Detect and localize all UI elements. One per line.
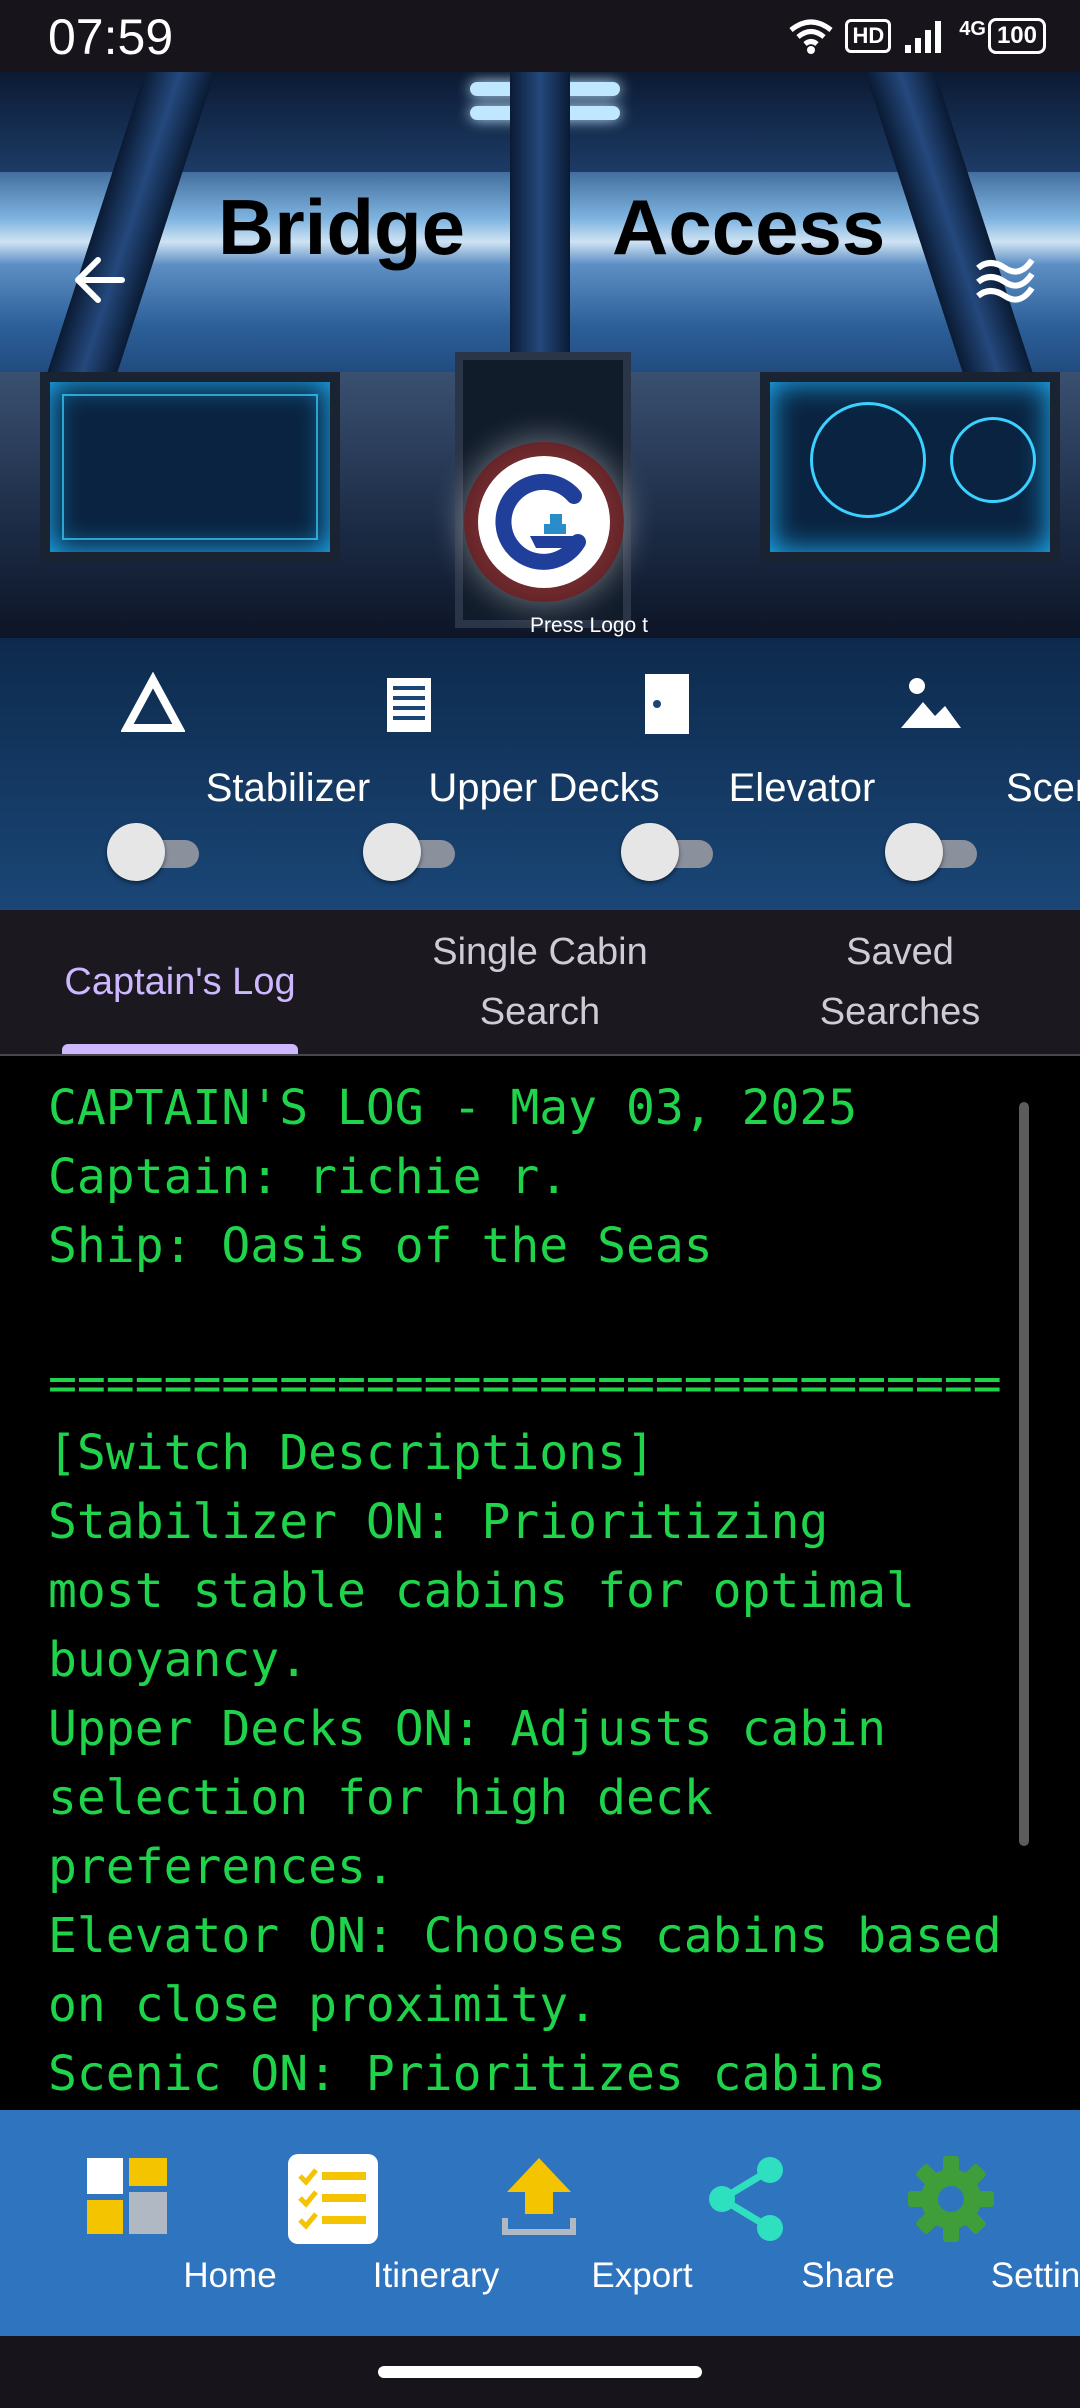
arrow-left-icon xyxy=(75,257,125,303)
wifi-icon xyxy=(789,19,834,54)
status-icons: HD 4G 100 xyxy=(789,18,1046,54)
list-icon xyxy=(387,678,431,732)
nav-label: Settings xyxy=(990,2256,1080,2295)
waves-menu-button[interactable] xyxy=(970,250,1040,310)
captains-log-panel[interactable]: CAPTAIN'S LOG - May 03, 2025 Captain: ri… xyxy=(0,1056,1080,2110)
nav-share[interactable]: Share xyxy=(642,2110,895,2336)
gear-icon xyxy=(908,2156,994,2242)
left-monitor xyxy=(40,372,340,562)
signal-icon xyxy=(905,21,942,53)
page-title-left: Bridge xyxy=(218,183,466,271)
door-icon xyxy=(645,674,689,734)
tab-captains-log[interactable]: Captain's Log xyxy=(0,910,360,1054)
preference-toggles: Stabilizer Upper Decks Elevator Sce xyxy=(0,638,1080,910)
press-logo-hint: Press Logo t xyxy=(530,614,648,637)
elevator-switch[interactable] xyxy=(621,823,713,881)
toggle-scenic: Scenic xyxy=(796,638,1080,910)
back-button[interactable] xyxy=(70,250,130,310)
home-indicator[interactable] xyxy=(378,2366,702,2378)
press-logo-button[interactable] xyxy=(478,456,610,588)
toggle-stabilizer: Stabilizer xyxy=(18,638,370,910)
tab-bar: Captain's Log Single Cabin Search Saved … xyxy=(0,910,1080,1056)
tab-single-cabin-search[interactable]: Single Cabin Search xyxy=(360,910,720,1054)
nav-settings[interactable]: Settings xyxy=(848,2110,1080,2336)
battery-indicator: 100 xyxy=(987,18,1046,54)
stabilizer-switch[interactable] xyxy=(107,823,199,881)
toggle-upper-decks: Upper Decks xyxy=(274,638,660,910)
home-grid-icon xyxy=(87,2158,167,2234)
upload-icon xyxy=(502,2158,576,2235)
cruise-logo-icon xyxy=(495,473,586,570)
gesture-bar xyxy=(0,2336,1080,2408)
network-type: 4G xyxy=(959,17,986,40)
hd-badge: HD xyxy=(845,19,892,53)
status-time: 07:59 xyxy=(48,9,174,65)
toggle-elevator: Elevator xyxy=(532,638,875,910)
toggle-label: Scenic xyxy=(1005,766,1080,810)
status-bar: 07:59 HD 4G 100 xyxy=(0,0,1080,72)
nav-itinerary[interactable]: Itinerary xyxy=(230,2110,499,2336)
checklist-icon xyxy=(288,2154,378,2244)
bridge-hero-image: Press Logo t Bridge Access xyxy=(0,72,1080,638)
bottom-navigation: Home Itinerary Export Share Settin xyxy=(0,2110,1080,2336)
triangle-icon xyxy=(121,672,185,732)
nav-export[interactable]: Export xyxy=(436,2110,693,2336)
scenic-switch[interactable] xyxy=(885,823,977,881)
log-text: CAPTAIN'S LOG - May 03, 2025 Captain: ri… xyxy=(48,1080,1002,2102)
page-title-right: Access xyxy=(612,183,886,271)
upper-decks-switch[interactable] xyxy=(363,823,455,881)
nav-home[interactable]: Home xyxy=(24,2110,277,2336)
waves-icon xyxy=(976,258,1035,303)
right-monitor xyxy=(760,372,1060,562)
tab-saved-searches[interactable]: Saved Searches xyxy=(720,910,1080,1054)
landscape-icon xyxy=(901,678,961,728)
log-scrollbar[interactable] xyxy=(1019,1102,1029,1846)
share-icon xyxy=(709,2157,783,2241)
active-tab-indicator xyxy=(62,1044,298,1054)
